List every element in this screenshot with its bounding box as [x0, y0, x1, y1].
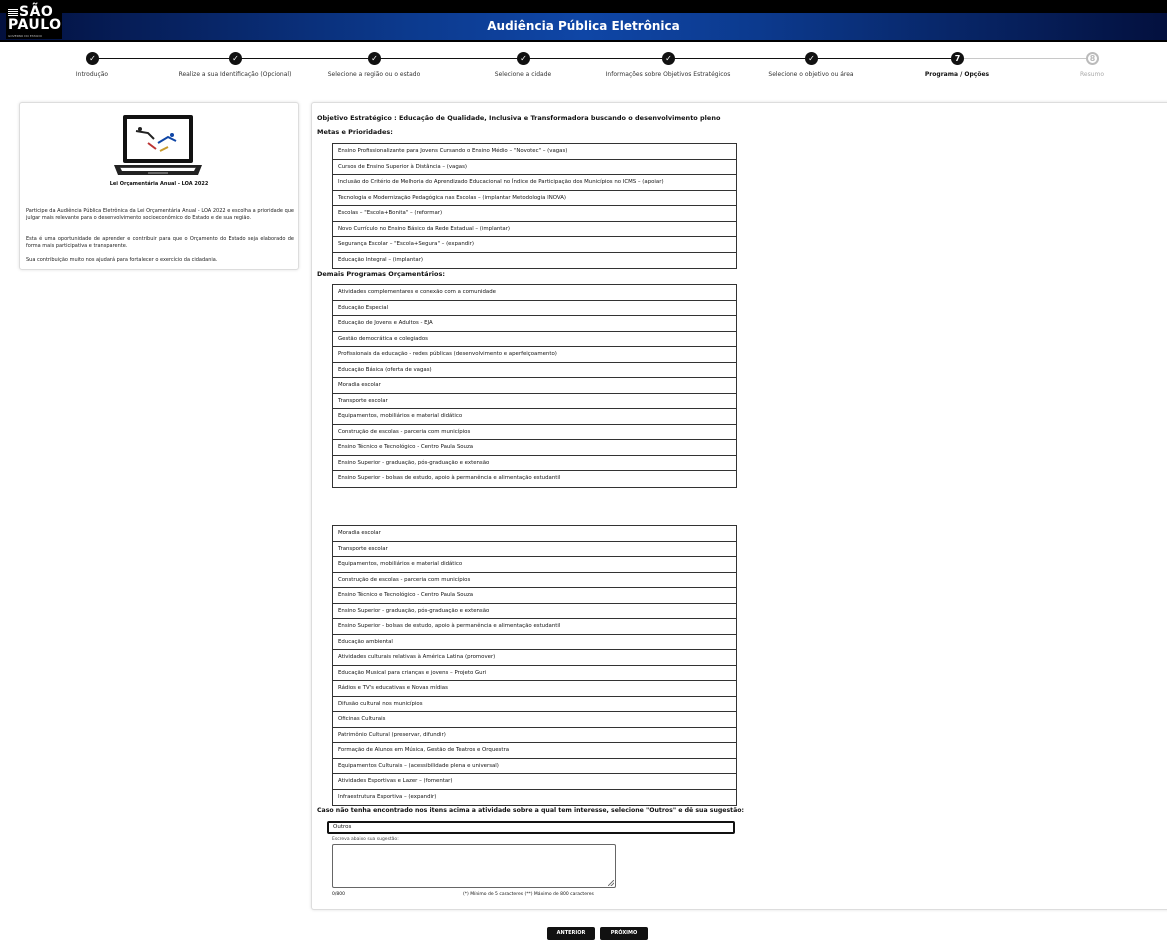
program-option[interactable]: Ensino Superior - graduação, pós-graduaç…: [333, 604, 736, 619]
step-5-label: Informações sobre Objetivos Estratégicos: [605, 71, 731, 78]
step-7-current-dot: 7: [951, 52, 964, 65]
demais-heading: Demais Programas Orçamentários:: [317, 270, 445, 278]
resize-handle-icon[interactable]: [608, 880, 614, 886]
program-option[interactable]: Moradia escolar: [333, 526, 736, 542]
step-1-label: Introdução: [75, 71, 109, 78]
program-option[interactable]: Oficinas Culturais: [333, 712, 736, 728]
step-2-label: Realize a sua Identificação (Opcional): [178, 71, 292, 78]
metas-heading: Metas e Prioridades:: [317, 128, 393, 136]
step-3-label: Selecione a região ou o estado: [327, 71, 421, 78]
program-option[interactable]: Equipamentos, mobiliários e material did…: [333, 557, 736, 573]
program-option[interactable]: Atividades complementares e conexão com …: [333, 285, 736, 301]
program-option[interactable]: Educação Especial: [333, 301, 736, 316]
objective-title: Objetivo Estratégico : Educação de Quali…: [317, 114, 721, 122]
step-5-check-icon: ✓: [662, 52, 675, 65]
step-1-check-icon: ✓: [86, 52, 99, 65]
other-prompt: Caso não tenha encontrado nos itens acim…: [317, 807, 745, 814]
step-7-label: Programa / Opções: [924, 71, 990, 78]
program-option[interactable]: Construção de escolas - parceria com mun…: [333, 425, 736, 440]
image-caption: Lei Orçamentária Anual - LOA 2022: [109, 181, 209, 187]
program-option[interactable]: Equipamentos, mobiliários e material did…: [333, 409, 736, 425]
intro-paragraph-1: Participe da Audiência Pública Eletrônic…: [26, 208, 294, 221]
program-option[interactable]: Profissionais da educação - redes públic…: [333, 347, 736, 363]
program-option[interactable]: Educação Básica (oferta de vagas): [333, 363, 736, 378]
step-4-check-icon: ✓: [517, 52, 530, 65]
program-option[interactable]: Educação Musical para crianças e jovens …: [333, 666, 736, 681]
step-8-label: Resumo: [1079, 71, 1105, 78]
meta-option[interactable]: Tecnologia e Modernização Pedagógica nas…: [333, 191, 736, 206]
program-option[interactable]: Ensino Superior - bolsas de estudo, apoi…: [333, 619, 736, 635]
meta-option[interactable]: Inclusão do Critério de Melhoria do Apre…: [333, 175, 736, 191]
next-button[interactable]: PRÓXIMO: [600, 927, 648, 940]
program-option[interactable]: Moradia escolar: [333, 378, 736, 394]
program-option[interactable]: Ensino Técnico e Tecnológico - Centro Pa…: [333, 588, 736, 604]
step-8-pending-dot: 8: [1086, 52, 1099, 65]
intro-paragraph-3: Sua contribuição muito nos ajudará para …: [26, 257, 218, 263]
meta-option[interactable]: Segurança Escolar – "Escola+Segura" – (e…: [333, 237, 736, 253]
stepper-line-pending: [964, 58, 1086, 59]
program-option[interactable]: Ensino Superior - graduação, pós-graduaç…: [333, 456, 736, 471]
step-3-check-icon: ✓: [368, 52, 381, 65]
step-6-check-icon: ✓: [805, 52, 818, 65]
step-4-label: Selecione a cidade: [494, 71, 552, 78]
meta-option[interactable]: Educação Integral – (implantar): [333, 253, 736, 269]
step-6-label: Selecione o objetivo ou área: [768, 71, 854, 78]
program-option[interactable]: Atividades culturais relativas à América…: [333, 650, 736, 666]
program-option[interactable]: Construção de escolas - parceria com mun…: [333, 573, 736, 588]
previous-button[interactable]: ANTERIOR: [547, 927, 595, 940]
other-option-button[interactable]: Outros: [327, 821, 735, 834]
info-card: Lei Orçamentária Anual - LOA 2022 Partic…: [19, 102, 299, 270]
step-2-check-icon: ✓: [229, 52, 242, 65]
program-option[interactable]: Educação de Jovens e Adultos - EJA: [333, 316, 736, 332]
app-header: SÃO PAULO GOVERNO DO ESTADO Audiência Pú…: [0, 0, 1167, 42]
demais-options-list: Atividades complementares e conexão com …: [332, 284, 737, 488]
demais-options-list-continued: Moradia escolar Transporte escolar Equip…: [332, 525, 737, 806]
suggestion-hint: Escreva abaixo sua sugestão:: [332, 837, 399, 842]
program-option[interactable]: Educação ambiental: [333, 635, 736, 650]
program-option[interactable]: Atividades Esportivas e Lazer – (fomenta…: [333, 774, 736, 790]
meta-option[interactable]: Escolas – "Escola+Bonita" – (reformar): [333, 206, 736, 222]
meta-option[interactable]: Cursos de Ensino Superior à Distância – …: [333, 160, 736, 175]
program-option[interactable]: Ensino Superior - bolsas de estudo, apoi…: [333, 471, 736, 487]
char-counter: 0/800: [332, 892, 345, 897]
program-option[interactable]: Equipamentos Culturais – (acessibilidade…: [333, 759, 736, 774]
suggestion-textarea[interactable]: [332, 844, 616, 888]
program-option[interactable]: Ensino Técnico e Tecnológico - Centro Pa…: [333, 440, 736, 456]
program-option[interactable]: Difusão cultural nos municípios: [333, 697, 736, 712]
program-option[interactable]: Patrimônio Cultural (preservar, difundir…: [333, 728, 736, 743]
program-option[interactable]: Rádios e TV's educativas e Novas mídias: [333, 681, 736, 697]
program-option[interactable]: Formação de Alunos em Música, Gestão de …: [333, 743, 736, 759]
program-option[interactable]: Transporte escolar: [333, 394, 736, 409]
page-title: Audiência Pública Eletrônica: [487, 19, 680, 33]
program-option[interactable]: Gestão democrática e colegiados: [333, 332, 736, 347]
progress-stepper: ✓ Introdução ✓ Realize a sua Identificaç…: [0, 52, 1167, 80]
program-option[interactable]: Infraestrutura Esportiva – (expandir): [333, 790, 736, 806]
intro-paragraph-2: Esta é uma oportunidade de aprender e co…: [26, 236, 294, 249]
metas-options-list: Ensino Profissionalizante para Jovens Cu…: [332, 143, 737, 269]
meta-option[interactable]: Ensino Profissionalizante para Jovens Cu…: [333, 144, 736, 160]
meta-option[interactable]: Novo Currículo no Ensino Básico da Rede …: [333, 222, 736, 237]
char-limits-note: (*) Mínimo de 5 caracteres (**) Máximo d…: [463, 892, 594, 897]
laptop-illustration-icon: [114, 115, 202, 175]
program-option[interactable]: Transporte escolar: [333, 542, 736, 557]
